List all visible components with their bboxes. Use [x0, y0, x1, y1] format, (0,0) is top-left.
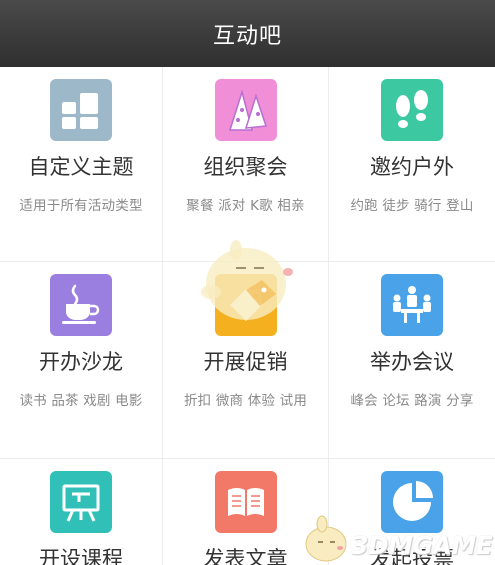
- activity-custom-theme[interactable]: 自定义主题 适用于所有活动类型: [0, 67, 163, 262]
- activity-subtitle: 约跑 徒步 骑行 登山: [350, 198, 474, 214]
- easel-icon: [50, 471, 112, 533]
- watermark-text: 3DMGAME: [351, 531, 493, 560]
- app-header: 互动吧: [0, 0, 495, 67]
- grid-icon: [50, 79, 112, 141]
- activity-subtitle: 聚餐 派对 K歌 相亲: [186, 198, 305, 214]
- activity-subtitle: 峰会 论坛 路演 分享: [350, 393, 474, 409]
- mascot-overlay: [201, 240, 293, 320]
- activity-outdoor[interactable]: 邀约户外 约跑 徒步 骑行 登山: [329, 67, 495, 262]
- activity-subtitle: 读书 品茶 戏剧 电影: [19, 393, 143, 409]
- activity-salon[interactable]: 开办沙龙 读书 品茶 戏剧 电影: [0, 262, 163, 459]
- watermark-logo: 3DMGAME: [298, 514, 495, 565]
- page-title: 互动吧: [212, 23, 282, 49]
- activity-title: 组织聚会: [203, 155, 288, 179]
- activity-course[interactable]: 开设课程: [0, 459, 163, 565]
- book-icon: [214, 471, 277, 533]
- coffee-cup-icon: [50, 274, 112, 336]
- activity-subtitle: 折扣 微商 体验 试用: [183, 393, 308, 409]
- activity-party[interactable]: 组织聚会 聚餐 派对 K歌 相亲: [163, 67, 329, 262]
- activity-title: 开办沙龙: [39, 350, 123, 374]
- activity-title: 邀约户外: [370, 155, 454, 179]
- activity-title: 开设课程: [39, 547, 123, 565]
- activity-title: 开展促销: [203, 350, 288, 374]
- activity-title: 自定义主题: [28, 155, 134, 179]
- party-hat-icon: [214, 79, 277, 141]
- activity-subtitle: 适用于所有活动类型: [19, 198, 143, 214]
- footprints-icon: [381, 79, 443, 141]
- meeting-icon: [381, 274, 443, 336]
- activity-meeting[interactable]: 举办会议 峰会 论坛 路演 分享: [329, 262, 495, 459]
- activity-title: 举办会议: [370, 350, 454, 374]
